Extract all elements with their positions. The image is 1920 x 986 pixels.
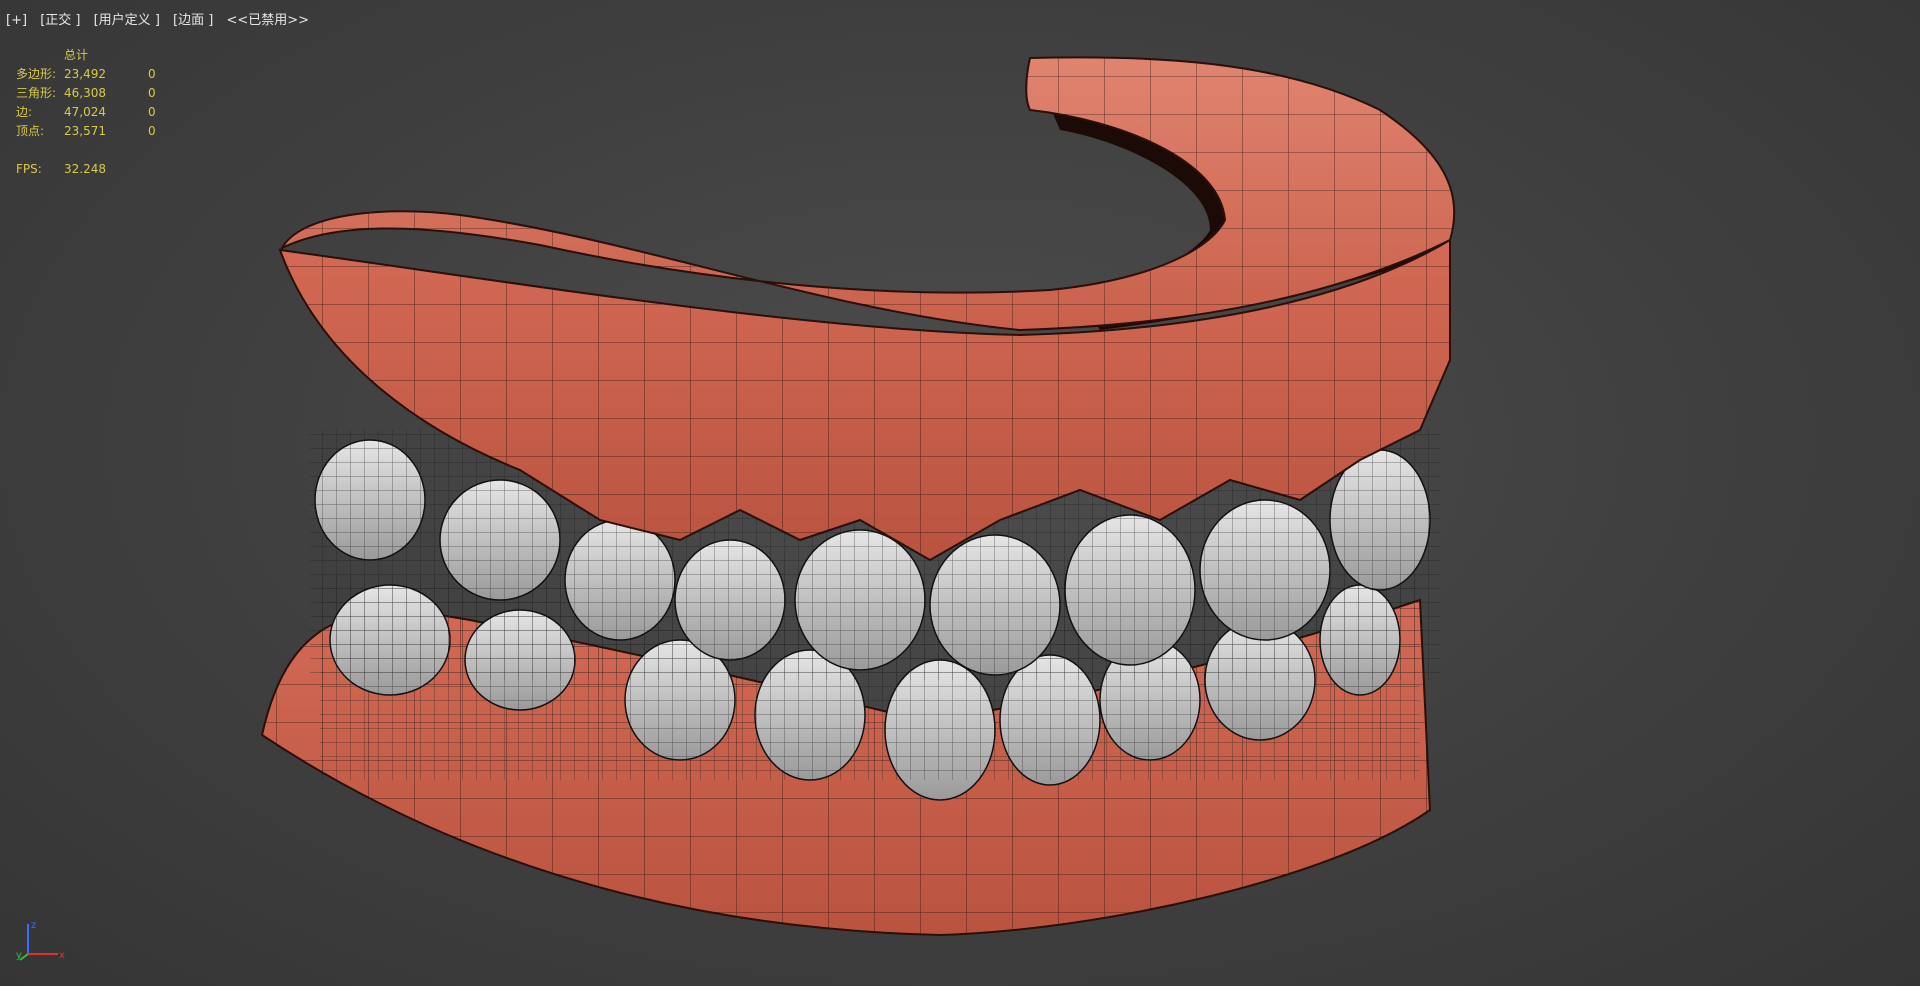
viewport-label: [+] [正交 ] [用户定义 ] [边面 ] <<已禁用>> [6, 9, 318, 28]
fps-value: 32.248 [64, 162, 106, 176]
3d-viewport[interactable]: [+] [正交 ] [用户定义 ] [边面 ] <<已禁用>> 总计 多边形: … [0, 0, 1920, 986]
viewport-menu-button[interactable]: [+] [6, 13, 27, 28]
stats-label: 三角形: [16, 86, 57, 100]
stats-row-fps: FPS: 32.248 [16, 160, 188, 179]
stats-selected: 0 [148, 67, 156, 81]
stats-row-vertices: 顶点: 23,571 0 [16, 122, 188, 141]
stats-label: 顶点: [16, 124, 45, 138]
stats-row-triangles: 三角形: 46,308 0 [16, 84, 188, 103]
stats-header-total: 总计 [64, 48, 89, 62]
stats-selected: 0 [148, 86, 156, 100]
scene-statistics: 总计 多边形: 23,492 0 三角形: 46,308 0 边: 47,024… [16, 46, 188, 179]
fps-label: FPS: [16, 162, 42, 176]
camera-mode-button[interactable]: [用户定义 ] [94, 13, 160, 28]
shading-mode-button[interactable]: [边面 ] [173, 13, 213, 28]
view-type-button[interactable]: [正交 ] [40, 13, 80, 28]
stats-total: 46,308 [64, 86, 106, 100]
axis-tripod-icon: z x y [16, 920, 65, 961]
stats-total: 47,024 [64, 105, 106, 119]
stats-total: 23,571 [64, 124, 106, 138]
stats-row-polygons: 多边形: 23,492 0 [16, 65, 188, 84]
axis-x-label: x [59, 950, 65, 961]
stats-label: 多边形: [16, 67, 57, 81]
stats-label: 边: [16, 105, 33, 119]
stats-selected: 0 [148, 124, 156, 138]
stats-row-edges: 边: 47,024 0 [16, 103, 188, 122]
axis-y-label: y [16, 950, 22, 961]
axis-z-label: z [31, 920, 36, 931]
disabled-status: <<已禁用>> [226, 13, 310, 28]
stats-total: 23,492 [64, 67, 106, 81]
denture-model[interactable] [0, 0, 1920, 986]
stats-selected: 0 [148, 105, 156, 119]
